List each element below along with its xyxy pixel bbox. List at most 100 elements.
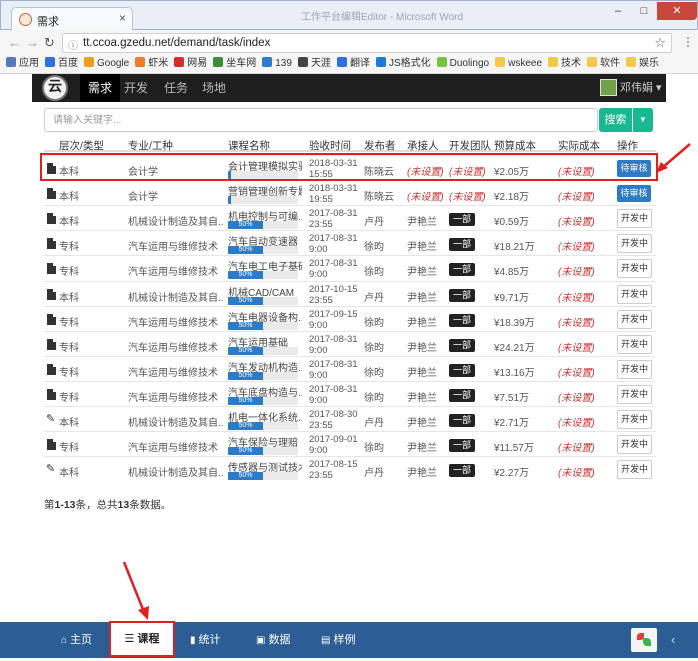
table-row[interactable]: 本科 机械设计制造及其自... 机械CAD/CAM 50% 2017-10-15 23:5…: [44, 280, 656, 306]
major-cell: 汽车运用与维修技术: [128, 242, 218, 254]
progress-bar: 50%: [228, 472, 298, 481]
bookmark-item[interactable]: 翻译: [336, 56, 370, 72]
bookmark-item[interactable]: 应用: [6, 56, 39, 72]
bookmark-item[interactable]: 技术: [548, 56, 581, 72]
home-icon: ⌂: [61, 635, 68, 646]
progress-fill: 50%: [228, 447, 263, 456]
level-cell: 本科: [59, 468, 79, 480]
bookmark-icon: [135, 57, 146, 67]
footer-logo[interactable]: [631, 628, 657, 652]
table-row[interactable]: 专科 汽车运用与维修技术 汽车运用基础 50% 2017-08-31 9:00 徐昀 尹艳兰一…: [44, 330, 656, 356]
in-development-button[interactable]: 开发中: [617, 259, 652, 279]
bookmark-item[interactable]: 软件: [587, 56, 620, 72]
bookmark-item[interactable]: 139: [262, 56, 292, 72]
budget-cell: ¥2.18万: [494, 192, 530, 204]
bookmark-star-icon[interactable]: ☆: [654, 35, 666, 51]
accept-time-cell: 2017-08-31 23:55: [309, 208, 358, 231]
nav-item-demand[interactable]: 需求: [80, 74, 120, 102]
in-development-button[interactable]: 开发中: [617, 284, 652, 304]
bookmark-item[interactable]: 坐车网: [213, 56, 256, 72]
table-row[interactable]: 本科 机械设计制造及其自... 机电控制与可编... 50% 2017-08-31 23:…: [44, 205, 656, 230]
taker-cell: 尹艳兰: [407, 367, 437, 379]
user-menu[interactable]: 邓伟娟 ▾: [620, 74, 662, 102]
search-input[interactable]: [44, 108, 598, 132]
window-maximize-button[interactable]: □: [631, 2, 657, 20]
nav-item-task[interactable]: 任务: [164, 74, 188, 102]
bookmark-item[interactable]: wskeee: [495, 56, 542, 72]
publisher-cell: 徐昀: [364, 443, 384, 455]
table-row[interactable]: 专科 汽车运用与维修技术 汽车底盘构造与... 50% 2017-08-31 9:00 徐昀…: [44, 380, 656, 406]
bookmark-icon: [6, 57, 16, 67]
taker-cell: 尹艳兰: [407, 292, 437, 304]
in-development-button[interactable]: 开发中: [617, 384, 652, 404]
table-row[interactable]: 本科会计学营销管理创新专题0%2018-03-3119:55陈晓云(未设置)(未…: [44, 180, 656, 205]
bookmark-item[interactable]: 百度: [45, 56, 78, 72]
in-development-button[interactable]: 开发中: [617, 334, 652, 354]
nav-item-venue[interactable]: 场地: [202, 74, 226, 102]
app-logo[interactable]: 云: [42, 75, 68, 101]
forward-icon[interactable]: →: [26, 35, 39, 50]
in-development-button[interactable]: 开发中: [617, 209, 652, 229]
footer-home[interactable]: ⌂ 主页: [61, 622, 92, 658]
table-row[interactable]: 专科 汽车运用与维修技术 汽车电器设备构... 50% 2017-09-15 9:00 徐昀…: [44, 305, 656, 331]
bookmark-item[interactable]: JS格式化: [375, 56, 431, 72]
table-row[interactable]: 专科 汽车运用与维修技术 汽车保险与理赔 50% 2017-09-01 9:00 徐昀 尹艳兰…: [44, 431, 656, 456]
table-row[interactable]: 专科 汽车运用与维修技术 汽车自动变速器 50% 2017-08-31 9:00 徐昀 尹艳兰…: [44, 230, 656, 255]
table-row[interactable]: 专科 汽车运用与维修技术 汽车发动机构造... 50% 2017-08-31 9:00 徐昀…: [44, 355, 656, 381]
footer-course[interactable]: ☰ 课程: [109, 621, 175, 657]
bookmark-item[interactable]: 天涯: [297, 56, 331, 72]
tab-close-icon[interactable]: ×: [119, 11, 126, 25]
window-minimize-button[interactable]: –: [605, 2, 631, 20]
bookmark-item[interactable]: 娱乐: [626, 56, 659, 72]
footer-sample[interactable]: ▤ 样例: [321, 622, 355, 658]
browser-menu-icon[interactable]: ⋮: [682, 35, 694, 49]
window-close-button[interactable]: ✕: [657, 2, 697, 20]
avatar[interactable]: [600, 79, 617, 96]
bookmark-item[interactable]: Duolingo: [436, 56, 489, 72]
browser-tab[interactable]: 需求 ×: [11, 7, 133, 31]
in-development-button[interactable]: 开发中: [617, 435, 652, 455]
progress-bar: 50%: [228, 447, 298, 456]
table-row[interactable]: ✎ 本科 机械设计制造及其自... 传感器与测试技术 50% 2017-08-15 23:5…: [44, 456, 656, 481]
budget-cell: ¥11.57万: [494, 443, 534, 455]
in-development-button[interactable]: 开发中: [617, 460, 652, 480]
progress-fill: 50%: [228, 321, 263, 330]
in-development-button[interactable]: 开发中: [617, 234, 652, 254]
bookmark-item[interactable]: Google: [84, 56, 129, 72]
accept-time-cell: 2018-03-31 19:55: [309, 183, 358, 206]
accept-time-cell: 2017-08-31 9:00: [309, 258, 358, 281]
major-cell: 机械设计制造及其自...: [128, 418, 224, 429]
bookmark-icon: [297, 57, 308, 67]
chevron-left-icon[interactable]: ‹: [671, 622, 675, 658]
info-icon[interactable]: ⓘ: [68, 37, 78, 52]
bookmark-item[interactable]: 网易: [174, 56, 207, 72]
window-caption: 工作平台编辑Editor - Microsoft Word: [301, 12, 464, 23]
document-icon: [47, 388, 56, 400]
footer-stats[interactable]: ▮ 统计: [190, 622, 221, 658]
in-development-button[interactable]: 开发中: [617, 410, 652, 429]
table-row[interactable]: 专科 汽车运用与维修技术 汽车电工电子基础 50% 2017-08-31 9:00 徐昀 尹艳…: [44, 255, 656, 280]
back-icon[interactable]: ←: [8, 35, 21, 50]
actual-cost-cell: (未设置): [558, 367, 595, 379]
url-field[interactable]: ⓘ tt.ccoa.gzedu.net/demand/task/index ☆: [62, 33, 672, 53]
search-dropdown-icon[interactable]: ▼: [633, 108, 653, 132]
pending-review-button[interactable]: 待审核: [617, 185, 651, 203]
table-header: 层次/类型 专业/工种 课程名称 验收时间 发布者 承接人 开发团队 预算成本 …: [44, 136, 656, 152]
nav-item-develop[interactable]: 开发: [124, 74, 148, 102]
team-badge: 一部: [449, 263, 475, 277]
bookmark-item[interactable]: 虾米: [135, 56, 168, 72]
col-team: 开发团队: [449, 140, 491, 152]
actual-cost-cell: (未设置): [558, 418, 595, 429]
document-icon: [47, 263, 56, 275]
document-icon: [47, 288, 56, 300]
reload-icon[interactable]: ↻: [44, 35, 55, 51]
url-text[interactable]: tt.ccoa.gzedu.net/demand/task/index: [83, 37, 270, 49]
footer-data[interactable]: ▣ 数据: [256, 622, 290, 658]
in-development-button[interactable]: 开发中: [617, 359, 652, 379]
document-icon: [47, 363, 56, 375]
accept-time-cell: 2017-08-31 9:00: [309, 233, 358, 256]
table-row[interactable]: ✎ 本科 机械设计制造及其自... 机电一体化系统... 50% 2017-08-30 23…: [44, 406, 656, 431]
search-button[interactable]: 搜索: [599, 108, 632, 132]
budget-cell: ¥24.21万: [494, 342, 535, 354]
in-development-button[interactable]: 开发中: [617, 309, 652, 329]
